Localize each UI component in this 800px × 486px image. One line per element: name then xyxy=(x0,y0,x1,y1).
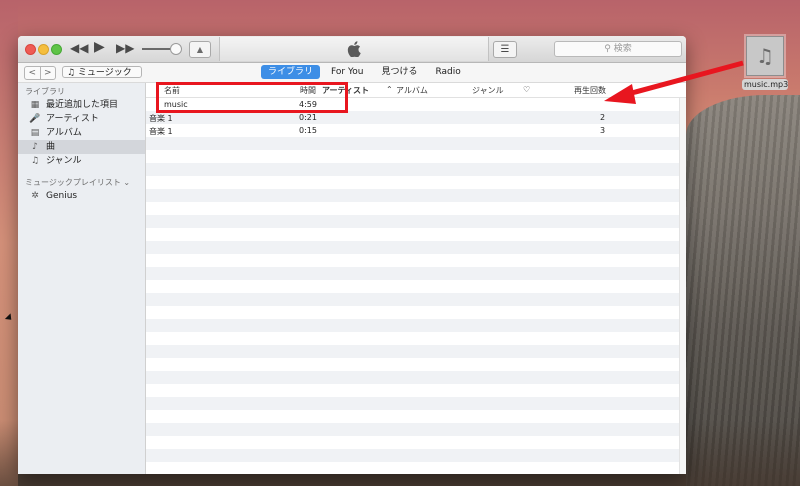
red-arrow-annotation xyxy=(604,60,744,104)
